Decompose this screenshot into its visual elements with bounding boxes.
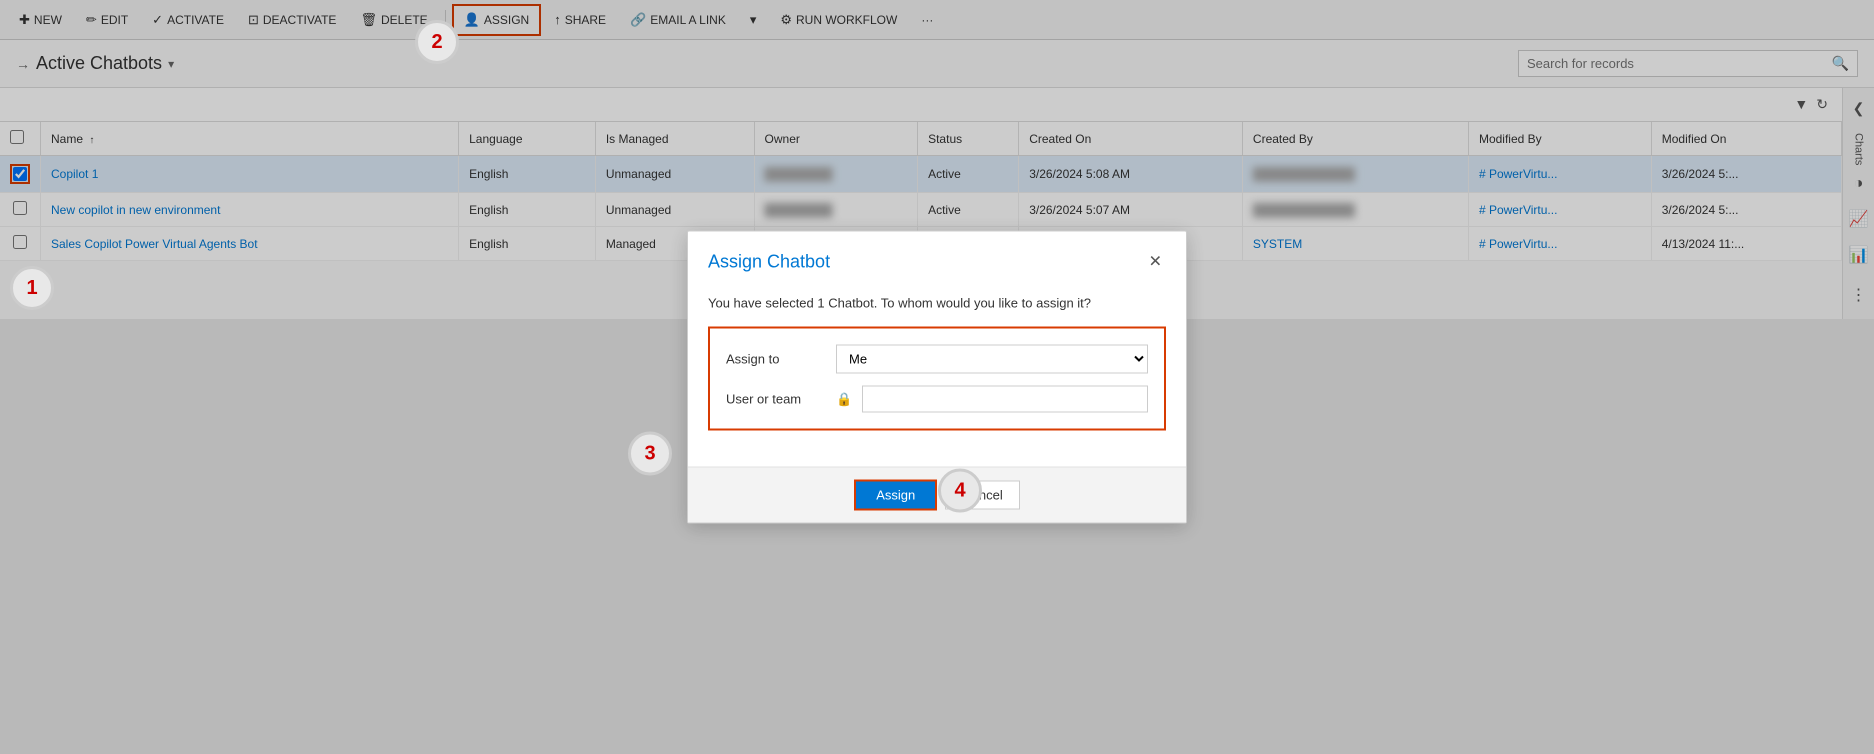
dialog-cancel-button[interactable]: Cancel [945,481,1019,510]
dialog-body: You have selected 1 Chatbot. To whom wou… [688,286,1186,467]
assign-to-row: Assign to Me Another User Team [726,345,1148,374]
dialog-close-button[interactable]: ✕ [1145,248,1166,276]
dialog-header: Assign Chatbot ✕ [688,232,1186,286]
assign-to-select[interactable]: Me Another User Team [836,345,1148,374]
dialog-footer: Assign Cancel [688,467,1186,523]
dialog-assign-button[interactable]: Assign [854,480,937,511]
dialog-description: You have selected 1 Chatbot. To whom wou… [708,296,1166,311]
assign-to-label: Assign to [726,352,826,367]
lock-icon: 🔒 [836,391,852,407]
dialog-form-box: Assign to Me Another User Team User or t… [708,327,1166,431]
user-or-team-row: User or team 🔒 [726,386,1148,413]
user-or-team-input[interactable] [862,386,1148,413]
user-or-team-label: User or team [726,392,826,407]
assign-dialog: Assign Chatbot ✕ You have selected 1 Cha… [687,231,1187,524]
dialog-title: Assign Chatbot [708,251,830,272]
